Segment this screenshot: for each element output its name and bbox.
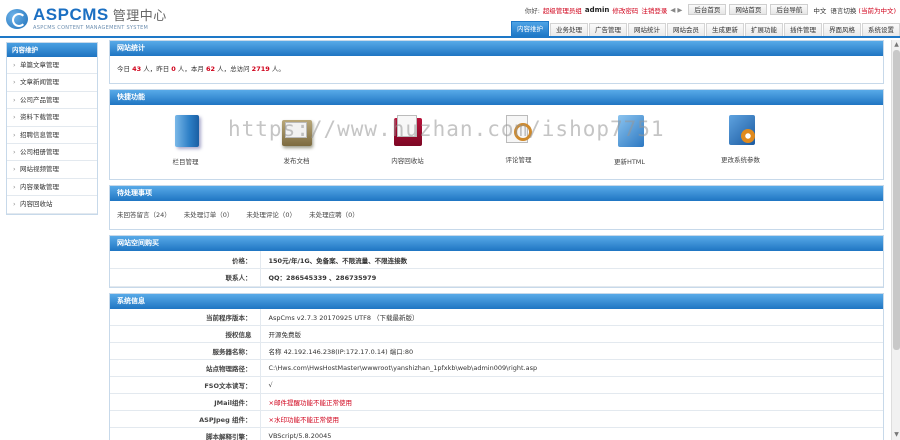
tab-generate[interactable]: 生成更新 (706, 23, 744, 36)
table-row: 脚本解释引擎： VBScript/5.8.20045 (110, 427, 883, 440)
site-home-button[interactable]: 网站首页 (729, 4, 768, 15)
purchase-panel: 网站空间购买 价格： 150元/年/1G、免备案、不限流量、不限连接数 联系人：… (109, 235, 884, 288)
logo-title: ASPCMS 管理中心 (33, 5, 167, 24)
logout-link[interactable]: 注销登录 (641, 5, 667, 15)
greeting: 你好: (524, 6, 540, 15)
tab-content[interactable]: 内容维护 (511, 21, 549, 36)
admin-nav-button[interactable]: 后台导航 (770, 4, 809, 15)
vertical-scrollbar[interactable]: ▲ ▼ (891, 40, 900, 440)
sidebar-item-videos[interactable]: 网站视频管理 (7, 161, 97, 179)
logo-tagline: ASPCMS CONTENT MANAGEMENT SYSTEM (33, 25, 149, 31)
sidebar-item-sensitive[interactable]: 内容录敏管理 (7, 179, 97, 197)
purchase-title: 网站空间购买 (110, 236, 883, 251)
main-content: 网站统计 今日 43 人，昨日 0 人，本月 62 人，总访问 2719 人。 … (109, 40, 884, 440)
tab-extensions[interactable]: 扩展功能 (745, 23, 783, 36)
user-role: 超级管理员组 (542, 6, 582, 15)
header: ASPCMS 管理中心 ASPCMS CONTENT MANAGEMENT SYS… (0, 0, 900, 38)
tab-members[interactable]: 网站会员 (667, 23, 705, 36)
sidebar-item-news[interactable]: 文章新闻管理 (7, 74, 97, 92)
table-row: 站点物理路径： C:\Hws.com\HwsHostMaster\wwwroot… (110, 359, 883, 377)
sidebar-item-albums[interactable]: 公司相册管理 (7, 144, 97, 162)
nav-arrows-icon[interactable]: ◀ ▶ (670, 6, 682, 14)
lang-label[interactable]: 中文 (813, 5, 826, 15)
sysinfo-table: 当前程序版本： AspCms v2.7.3 20170925 UTF8 （下载最… (110, 308, 883, 440)
change-password-link[interactable]: 修改密码 (612, 5, 638, 15)
tab-business[interactable]: 业务处理 (550, 23, 588, 36)
pending-panel: 待处理事项 未回答留言（24） 未处理订单（0） 未处理评论（0） 未处理应聘（… (109, 185, 884, 230)
quick-item-settings[interactable]: 更改系统参数 (685, 105, 796, 179)
sidebar-item-jobs[interactable]: 招聘信息管理 (7, 127, 97, 144)
pending-list: 未回答留言（24） 未处理订单（0） 未处理评论（0） 未处理应聘（0） (110, 201, 883, 229)
pending-comments-link[interactable]: 未处理评论（0） (246, 201, 296, 229)
tab-ads[interactable]: 广告管理 (589, 23, 627, 36)
sidebar-item-single-article[interactable]: 单篇文章管理 (7, 57, 97, 75)
pending-orders-link[interactable]: 未处理订单（0） (184, 201, 234, 229)
header-divider (0, 36, 900, 38)
scroll-up-icon[interactable]: ▲ (893, 41, 900, 49)
system-settings-icon (728, 115, 755, 145)
quick-title: 快捷功能 (110, 90, 883, 105)
scroll-thumb[interactable] (893, 50, 900, 350)
logo-mark-icon (6, 8, 28, 29)
sidebar-title: 内容维护 (7, 43, 97, 57)
scroll-down-icon[interactable]: ▼ (893, 431, 900, 439)
table-row: 当前程序版本： AspCms v2.7.3 20170925 UTF8 （下载最… (110, 308, 883, 326)
stats-panel: 网站统计 今日 43 人，昨日 0 人，本月 62 人，总访问 2719 人。 (109, 40, 884, 84)
watermark: https://www.huzhan.com/ishop7751 (228, 117, 665, 141)
username: admin (584, 5, 610, 14)
sidebar-item-products[interactable]: 公司产品管理 (7, 92, 97, 110)
table-row: 服务器名称： 名称 42.192.146.238(IP:172.17.0.14)… (110, 342, 883, 360)
stats-title: 网站统计 (110, 41, 883, 56)
stat-total: 2719 (251, 65, 270, 73)
table-row: JMail组件： ×邮件提醒功能不能正常使用 (110, 393, 883, 411)
tab-theme[interactable]: 界面风格 (823, 23, 861, 36)
purchase-table: 价格： 150元/年/1G、免备案、不限流量、不限连接数 联系人： QQ：286… (110, 251, 883, 287)
tab-stats[interactable]: 网站统计 (628, 23, 666, 36)
logo[interactable]: ASPCMS 管理中心 ASPCMS CONTENT MANAGEMENT SYS… (6, 6, 167, 31)
tab-settings[interactable]: 系统设置 (862, 23, 900, 36)
lang-switch[interactable]: 语言切换 (830, 5, 856, 15)
lang-current: (当前为中文) (858, 6, 896, 15)
table-row: 价格： 150元/年/1G、免备案、不限流量、不限连接数 (110, 251, 883, 269)
stats-line: 今日 43 人，昨日 0 人，本月 62 人，总访问 2719 人。 (117, 65, 285, 73)
table-row: FSO文本读写： √ (110, 376, 883, 394)
sysinfo-panel: 系统信息 当前程序版本： AspCms v2.7.3 20170925 UTF8… (109, 292, 884, 440)
table-row: 联系人： QQ：286545339 、286735979 (110, 268, 883, 287)
sidebar: 内容维护 单篇文章管理 文章新闻管理 公司产品管理 资料下载管理 招聘信息管理 … (6, 42, 98, 215)
sidebar-item-downloads[interactable]: 资料下载管理 (7, 109, 97, 127)
pending-title: 待处理事项 (110, 186, 883, 201)
table-row: 授权信息 开源免费版 (110, 325, 883, 343)
sysinfo-title: 系统信息 (110, 293, 883, 309)
main-nav: 内容维护 业务处理 广告管理 网站统计 网站会员 生成更新 扩展功能 插件管理 … (510, 21, 900, 36)
admin-home-button[interactable]: 后台首页 (688, 4, 727, 15)
stat-yesterday: 0 (171, 65, 176, 73)
tab-plugins[interactable]: 插件管理 (784, 23, 822, 36)
folder-book-icon (175, 115, 199, 147)
stat-today: 43 (132, 65, 142, 73)
table-row: ASPJpeg 组件： ×水印功能不能正常使用 (110, 410, 883, 428)
sidebar-item-recycle[interactable]: 内容回收站 (7, 196, 97, 214)
quick-item-columns[interactable]: 栏目管理 (130, 105, 241, 179)
pending-messages-link[interactable]: 未回答留言（24） (117, 201, 171, 229)
userbar: 你好: 超级管理员组 admin 修改密码 注销登录 ◀ ▶ 后台首页 网站首页… (525, 3, 900, 16)
pending-applications-link[interactable]: 未处理应聘（0） (309, 201, 359, 229)
stat-month: 62 (205, 65, 216, 73)
